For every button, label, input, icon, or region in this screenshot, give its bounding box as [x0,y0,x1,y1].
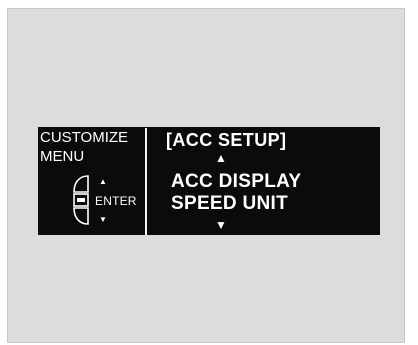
display-divider [145,128,147,235]
scroll-up-indicator: ▲ [99,177,107,186]
acc-setup-heading: [ACC SETUP] [166,130,287,150]
customize-menu-title-line1: CUSTOMIZE [40,129,129,146]
enter-label: ENTER [95,194,137,208]
scroll-down-indicator: ▼ [99,215,107,224]
menu-down-arrow-icon: ▼ [215,218,227,232]
customize-menu-title-line2: MENU [40,148,85,165]
menu-item-speed-unit[interactable]: SPEED UNIT [171,193,288,215]
multi-info-display: CUSTOMIZE MENU ▲ ENTER ▼ [ACC SETUP] ▲ A… [38,127,380,235]
menu-item-acc-display[interactable]: ACC DISPLAY [171,171,301,193]
menu-up-arrow-icon: ▲ [215,151,227,165]
